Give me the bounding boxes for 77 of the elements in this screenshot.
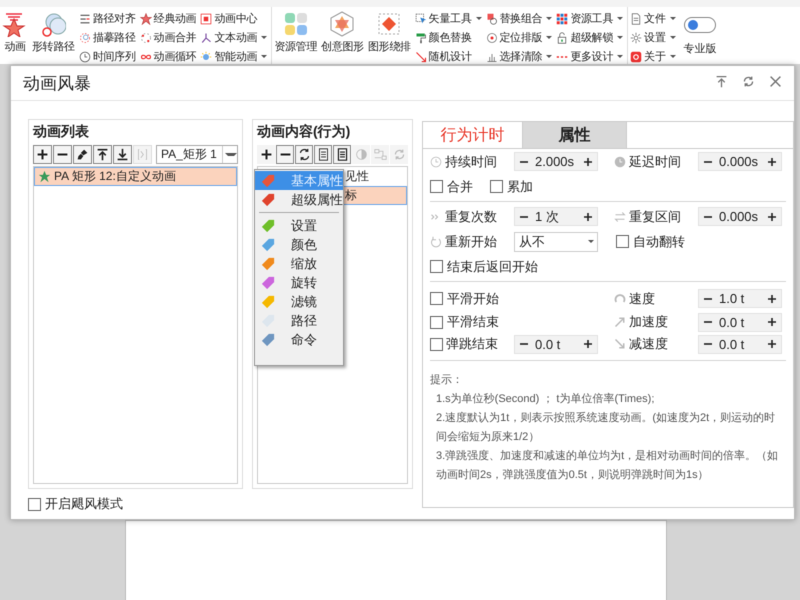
checkbox-label: 平滑开始 bbox=[447, 290, 499, 308]
ribbon-button[interactable]: 动画中心 bbox=[199, 9, 268, 28]
menu-item[interactable]: 命令 bbox=[255, 330, 343, 349]
number-spinner[interactable]: 0.0 t bbox=[514, 334, 598, 354]
ribbon-button[interactable]: 智能动画 bbox=[199, 47, 268, 64]
ribbon-button[interactable]: 设置 bbox=[629, 28, 677, 47]
spinner-value: 1.0 t bbox=[718, 291, 746, 306]
ribbon-button[interactable]: 资源管理 bbox=[274, 39, 318, 54]
spinner-value: 0.000s bbox=[718, 154, 760, 169]
menu-item[interactable]: 路径 bbox=[255, 311, 343, 330]
checkbox-label: 合并 bbox=[447, 178, 473, 196]
menu-item[interactable]: 颜色 bbox=[255, 235, 343, 254]
number-spinner[interactable]: 1.0 t bbox=[698, 289, 782, 308]
number-spinner[interactable]: 2.000s bbox=[514, 152, 598, 171]
ribbon-button[interactable]: 文本动画 bbox=[199, 28, 268, 47]
checkbox-label: 开启飓风模式 bbox=[45, 495, 123, 513]
hint-text: 3.弹跳强度、加速度和减速的单位均为t，是相对动画时间的倍率。（如动画时间2s，弹跳强度值为0.5t，则说明弹跳时间为1s） bbox=[435, 448, 780, 483]
ribbon-button[interactable]: 形转路径 bbox=[32, 39, 75, 54]
hint-text: 1.s为单位秒(Second) ； t为单位倍率(Times); bbox=[435, 392, 656, 407]
ribbon-button[interactable]: 经典动画 bbox=[138, 9, 198, 28]
ribbon-button[interactable]: 选择清除 bbox=[484, 47, 554, 64]
ribbon-button[interactable]: 超级解锁 bbox=[555, 28, 624, 47]
hint-title: 提示： bbox=[430, 373, 464, 388]
ribbon-button[interactable]: 时间序列 bbox=[78, 47, 137, 64]
spinner-value: 2.000s bbox=[534, 154, 576, 169]
ribbon-button[interactable]: 路径对齐 bbox=[78, 9, 137, 28]
number-spinner[interactable]: 0.000s bbox=[698, 207, 782, 226]
checkbox-label: 结束后返回开始 bbox=[447, 258, 538, 276]
ribbon-button[interactable]: 动画合并 bbox=[138, 28, 198, 47]
spinner-value: 0.000s bbox=[718, 209, 760, 224]
spinner-value: 0.0 t bbox=[534, 336, 562, 352]
menu-item[interactable]: 设置 bbox=[255, 216, 343, 235]
ribbon-button[interactable]: 定位排版 bbox=[484, 28, 554, 47]
ribbon-button[interactable]: 关于 bbox=[629, 47, 677, 64]
number-spinner[interactable]: 0.0 t bbox=[698, 334, 782, 354]
checkbox-label: 平滑结束 bbox=[447, 313, 499, 331]
ribbon-button[interactable]: 资源工具 bbox=[555, 9, 624, 28]
field-label: 加速度 bbox=[629, 313, 668, 331]
animation-dropdown[interactable]: PA_矩形 1 bbox=[156, 144, 238, 164]
checkbox-label: 累加 bbox=[507, 178, 533, 196]
field-label: 速度 bbox=[629, 290, 655, 308]
ribbon-button[interactable]: 替换组合 bbox=[484, 9, 554, 28]
number-spinner[interactable]: 1 次 bbox=[514, 207, 598, 226]
ribbon-button[interactable]: 颜色替换 bbox=[414, 28, 482, 47]
checkbox-label: 弹跳结束 bbox=[446, 335, 498, 353]
toggle-label: 专业版 bbox=[684, 42, 717, 56]
spinner-value: 0.0 t bbox=[718, 336, 746, 352]
number-spinner[interactable]: 0.0 t bbox=[698, 312, 782, 332]
number-spinner[interactable]: 0.000s bbox=[698, 152, 782, 171]
ribbon-button[interactable]: 动画循环 bbox=[138, 47, 198, 64]
ribbon-button[interactable]: 创意图形 bbox=[321, 39, 364, 54]
spinner-value: 0.0 t bbox=[718, 314, 746, 330]
ribbon-button[interactable]: 矢量工具 bbox=[414, 9, 482, 28]
field-label: 重新开始 bbox=[445, 232, 497, 250]
field-label: 重复次数 bbox=[445, 208, 497, 226]
field-label: 延迟时间 bbox=[629, 152, 681, 170]
ribbon-button[interactable]: 更多设计 bbox=[555, 47, 624, 64]
spinner-value: 1 次 bbox=[534, 208, 560, 226]
field-label: 重复区间 bbox=[629, 208, 681, 226]
panel-heading: 动画内容(行为) bbox=[257, 122, 352, 141]
ribbon-button[interactable]: 描摹路径 bbox=[78, 28, 137, 47]
ribbon-button[interactable]: 文件 bbox=[629, 9, 677, 28]
panel-heading: 动画列表 bbox=[33, 122, 90, 141]
ribbon-button[interactable]: 图形绕排 bbox=[368, 39, 411, 54]
restart-dropdown[interactable]: 从不 bbox=[514, 232, 598, 252]
ribbon-button[interactable]: 动画 bbox=[4, 39, 26, 54]
menu-item[interactable]: 缩放 bbox=[255, 254, 343, 273]
menu-item[interactable]: 旋转 bbox=[255, 273, 343, 292]
animation-item[interactable]: PA 矩形 12:自定义动画 bbox=[34, 167, 237, 186]
checkbox-label: 自动翻转 bbox=[633, 232, 685, 250]
ribbon-button[interactable]: 随机设计 bbox=[414, 47, 482, 64]
hint-text: 2.速度默认为1t，则表示按照系统速度动画。(如速度为2t，则运动的时间会缩短为原来1/2） bbox=[435, 410, 776, 445]
field-label: 持续时间 bbox=[445, 152, 497, 170]
tab[interactable]: 属性 bbox=[523, 122, 627, 148]
window-title: 动画风暴 bbox=[23, 72, 92, 94]
field-label: 减速度 bbox=[629, 335, 668, 353]
menu-item[interactable]: 滤镜 bbox=[255, 292, 343, 311]
